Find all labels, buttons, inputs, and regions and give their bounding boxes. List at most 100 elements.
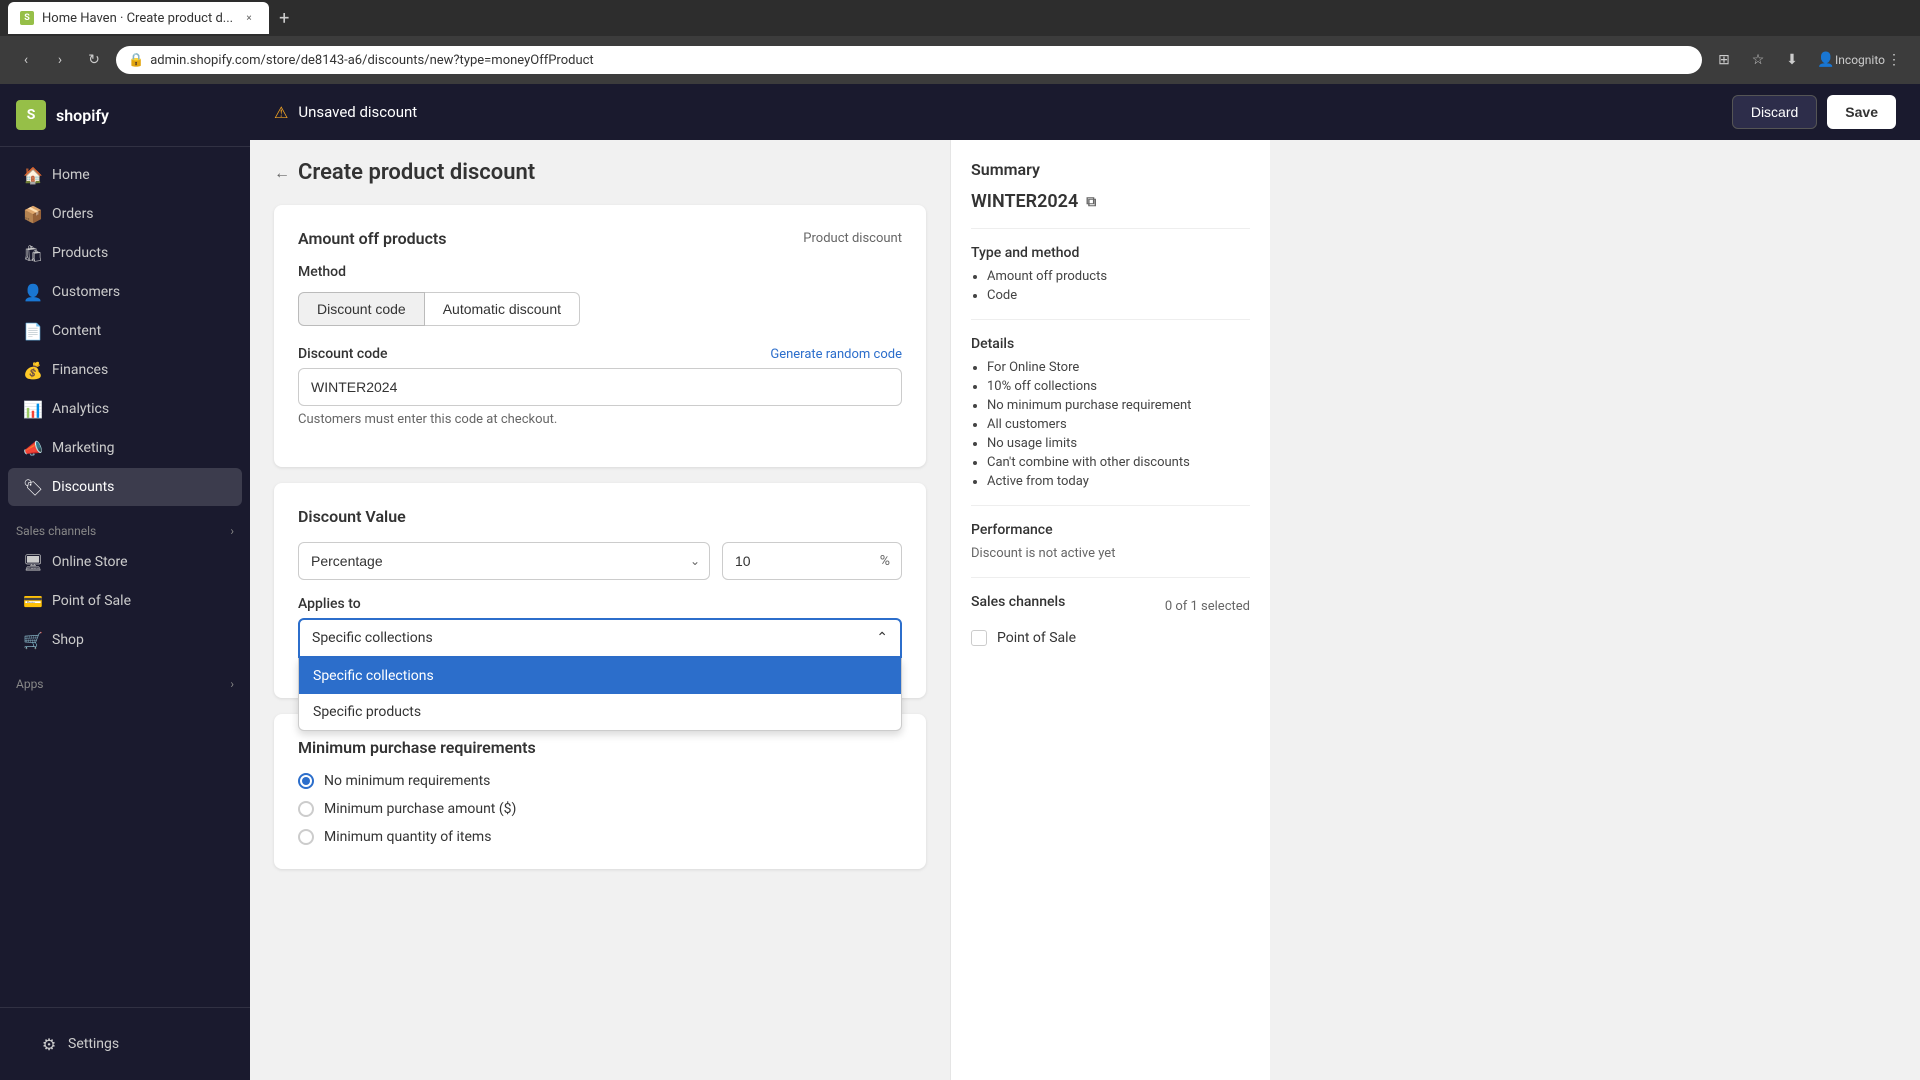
option-specific-collections[interactable]: Specific collections (299, 658, 901, 694)
summary-panel: Summary WINTER2024 ⧉ Type and method Amo… (950, 140, 1270, 1080)
percent-suffix: % (880, 553, 890, 569)
menu-icon[interactable]: ⋮ (1880, 46, 1908, 74)
discount-code-tab[interactable]: Discount code (298, 292, 425, 326)
back-arrow-button[interactable]: ← (274, 163, 290, 183)
page-title: Create product discount (298, 160, 535, 185)
applies-to-options: Specific collections Specific products (298, 658, 902, 731)
sidebar: S shopify 🏠 Home 📦 Orders 🛍 Products 👤 C… (0, 84, 250, 1080)
discard-button[interactable]: Discard (1732, 95, 1817, 129)
sidebar-item-content[interactable]: 📄 Content (8, 312, 242, 350)
sidebar-item-home-label: Home (52, 167, 90, 183)
type-method-list: Amount off products Code (971, 269, 1250, 303)
forward-button[interactable]: › (46, 46, 74, 74)
sidebar-item-point-of-sale-label: Point of Sale (52, 593, 131, 609)
tab-close-button[interactable]: × (241, 10, 257, 26)
percentage-select[interactable]: Percentage (298, 542, 710, 580)
sidebar-item-home[interactable]: 🏠 Home (8, 156, 242, 194)
sidebar-item-orders[interactable]: 📦 Orders (8, 195, 242, 233)
method-label: Method (298, 264, 902, 280)
radio-min-purchase-circle (298, 801, 314, 817)
method-section: Method Discount code Automatic discount (298, 264, 902, 326)
save-button[interactable]: Save (1827, 95, 1896, 129)
app-container: S shopify 🏠 Home 📦 Orders 🛍 Products 👤 C… (0, 84, 1920, 1080)
new-tab-button[interactable]: + (273, 8, 295, 29)
sidebar-item-point-of-sale[interactable]: 💳 Point of Sale (8, 582, 242, 620)
sidebar-item-settings[interactable]: ⚙ Settings (24, 1025, 226, 1063)
generate-random-code-link[interactable]: Generate random code (770, 347, 902, 362)
radio-no-minimum-label: No minimum requirements (324, 773, 490, 789)
downloads-icon[interactable]: ⬇ (1778, 46, 1806, 74)
channel-point-of-sale[interactable]: Point of Sale (971, 630, 1250, 646)
radio-group-minimum: No minimum requirements Minimum purchase… (298, 773, 902, 845)
radio-min-purchase[interactable]: Minimum purchase amount ($) (298, 801, 902, 817)
details-section: Details For Online Store 10% off collect… (971, 336, 1250, 489)
address-bar[interactable]: 🔒 admin.shopify.com/store/de8143-a6/disc… (116, 46, 1702, 74)
back-button[interactable]: ‹ (12, 46, 40, 74)
sales-channels-count: 0 of 1 selected (1165, 599, 1250, 614)
applies-to-field-group: Applies to Specific collections ⌃ Specif… (298, 596, 902, 658)
discount-code-field-header: Discount code Generate random code (298, 346, 902, 362)
discount-code-label: Discount code (298, 346, 388, 362)
sidebar-item-shop[interactable]: 🛒 Shop (8, 621, 242, 659)
sales-channels-section: Sales channels › (0, 514, 250, 542)
channel-pos-checkbox[interactable] (971, 630, 987, 646)
customers-icon: 👤 (24, 283, 42, 301)
method-tabs: Discount code Automatic discount (298, 292, 902, 326)
browser-action-buttons: ⊞ ☆ ⬇ 👤 Incognito ⋮ (1710, 46, 1908, 74)
channel-pos-label: Point of Sale (997, 630, 1076, 646)
detail-item-1: 10% off collections (987, 379, 1250, 394)
incognito-label: Incognito (1846, 46, 1874, 74)
detail-item-6: Active from today (987, 474, 1250, 489)
performance-title: Performance (971, 522, 1250, 538)
active-tab[interactable]: S Home Haven · Create product d... × (8, 2, 269, 34)
dropdown-arrow-icon: ⌃ (876, 630, 888, 646)
sidebar-item-discounts[interactable]: 🏷 Discounts (8, 468, 242, 506)
sidebar-item-customers[interactable]: 👤 Customers (8, 273, 242, 311)
refresh-button[interactable]: ↻ (80, 46, 108, 74)
radio-min-quantity-label: Minimum quantity of items (324, 829, 491, 845)
sidebar-item-online-store[interactable]: 🖥 Online Store (8, 543, 242, 581)
card-badge: Product discount (803, 231, 902, 246)
sidebar-item-marketing[interactable]: 📣 Marketing (8, 429, 242, 467)
details-list: For Online Store 10% off collections No … (971, 360, 1250, 489)
type-method-item-1: Code (987, 288, 1250, 303)
percentage-select-wrapper: Percentage ⌄ (298, 542, 710, 580)
sidebar-item-content-label: Content (52, 323, 101, 339)
extensions-icon[interactable]: ⊞ (1710, 46, 1738, 74)
sales-channels-arrow: › (230, 524, 234, 538)
discount-value-row-group: Percentage ⌄ % (298, 542, 902, 580)
content-icon: 📄 (24, 322, 42, 340)
topbar: ⚠ Unsaved discount Discard Save (250, 84, 1920, 140)
discount-value-card: Discount Value Percentage ⌄ % (274, 483, 926, 698)
copy-code-icon[interactable]: ⧉ (1086, 194, 1096, 210)
applies-to-dropdown[interactable]: Specific collections ⌃ (298, 618, 902, 658)
sidebar-bottom: ⚙ Settings (0, 1007, 250, 1080)
discount-code-input[interactable] (298, 368, 902, 406)
sidebar-item-analytics[interactable]: 📊 Analytics (8, 390, 242, 428)
radio-min-quantity[interactable]: Minimum quantity of items (298, 829, 902, 845)
applies-to-selected-text: Specific collections (312, 630, 433, 646)
sidebar-item-products[interactable]: 🛍 Products (8, 234, 242, 272)
shopify-logo-icon: S (16, 100, 46, 130)
automatic-discount-tab[interactable]: Automatic discount (425, 292, 580, 326)
home-icon: 🏠 (24, 166, 42, 184)
value-input[interactable] (722, 542, 902, 580)
type-method-item-0: Amount off products (987, 269, 1250, 284)
sidebar-item-settings-label: Settings (68, 1036, 119, 1052)
sidebar-item-finances[interactable]: 💰 Finances (8, 351, 242, 389)
option-specific-products[interactable]: Specific products (299, 694, 901, 730)
discount-code-field-group: Discount code Generate random code Custo… (298, 346, 902, 427)
sidebar-item-orders-label: Orders (52, 206, 94, 222)
apps-arrow: › (230, 677, 234, 691)
radio-no-minimum[interactable]: No minimum requirements (298, 773, 902, 789)
summary-code-text: WINTER2024 (971, 191, 1078, 212)
sidebar-item-finances-label: Finances (52, 362, 108, 378)
products-icon: 🛍 (24, 244, 42, 262)
sidebar-item-shop-label: Shop (52, 632, 84, 648)
unsaved-warning-text: Unsaved discount (298, 103, 417, 121)
card-main-title: Amount off products (298, 229, 447, 248)
summary-title: Summary (971, 160, 1250, 179)
sidebar-item-discounts-label: Discounts (52, 479, 114, 495)
radio-min-quantity-circle (298, 829, 314, 845)
bookmark-icon[interactable]: ☆ (1744, 46, 1772, 74)
